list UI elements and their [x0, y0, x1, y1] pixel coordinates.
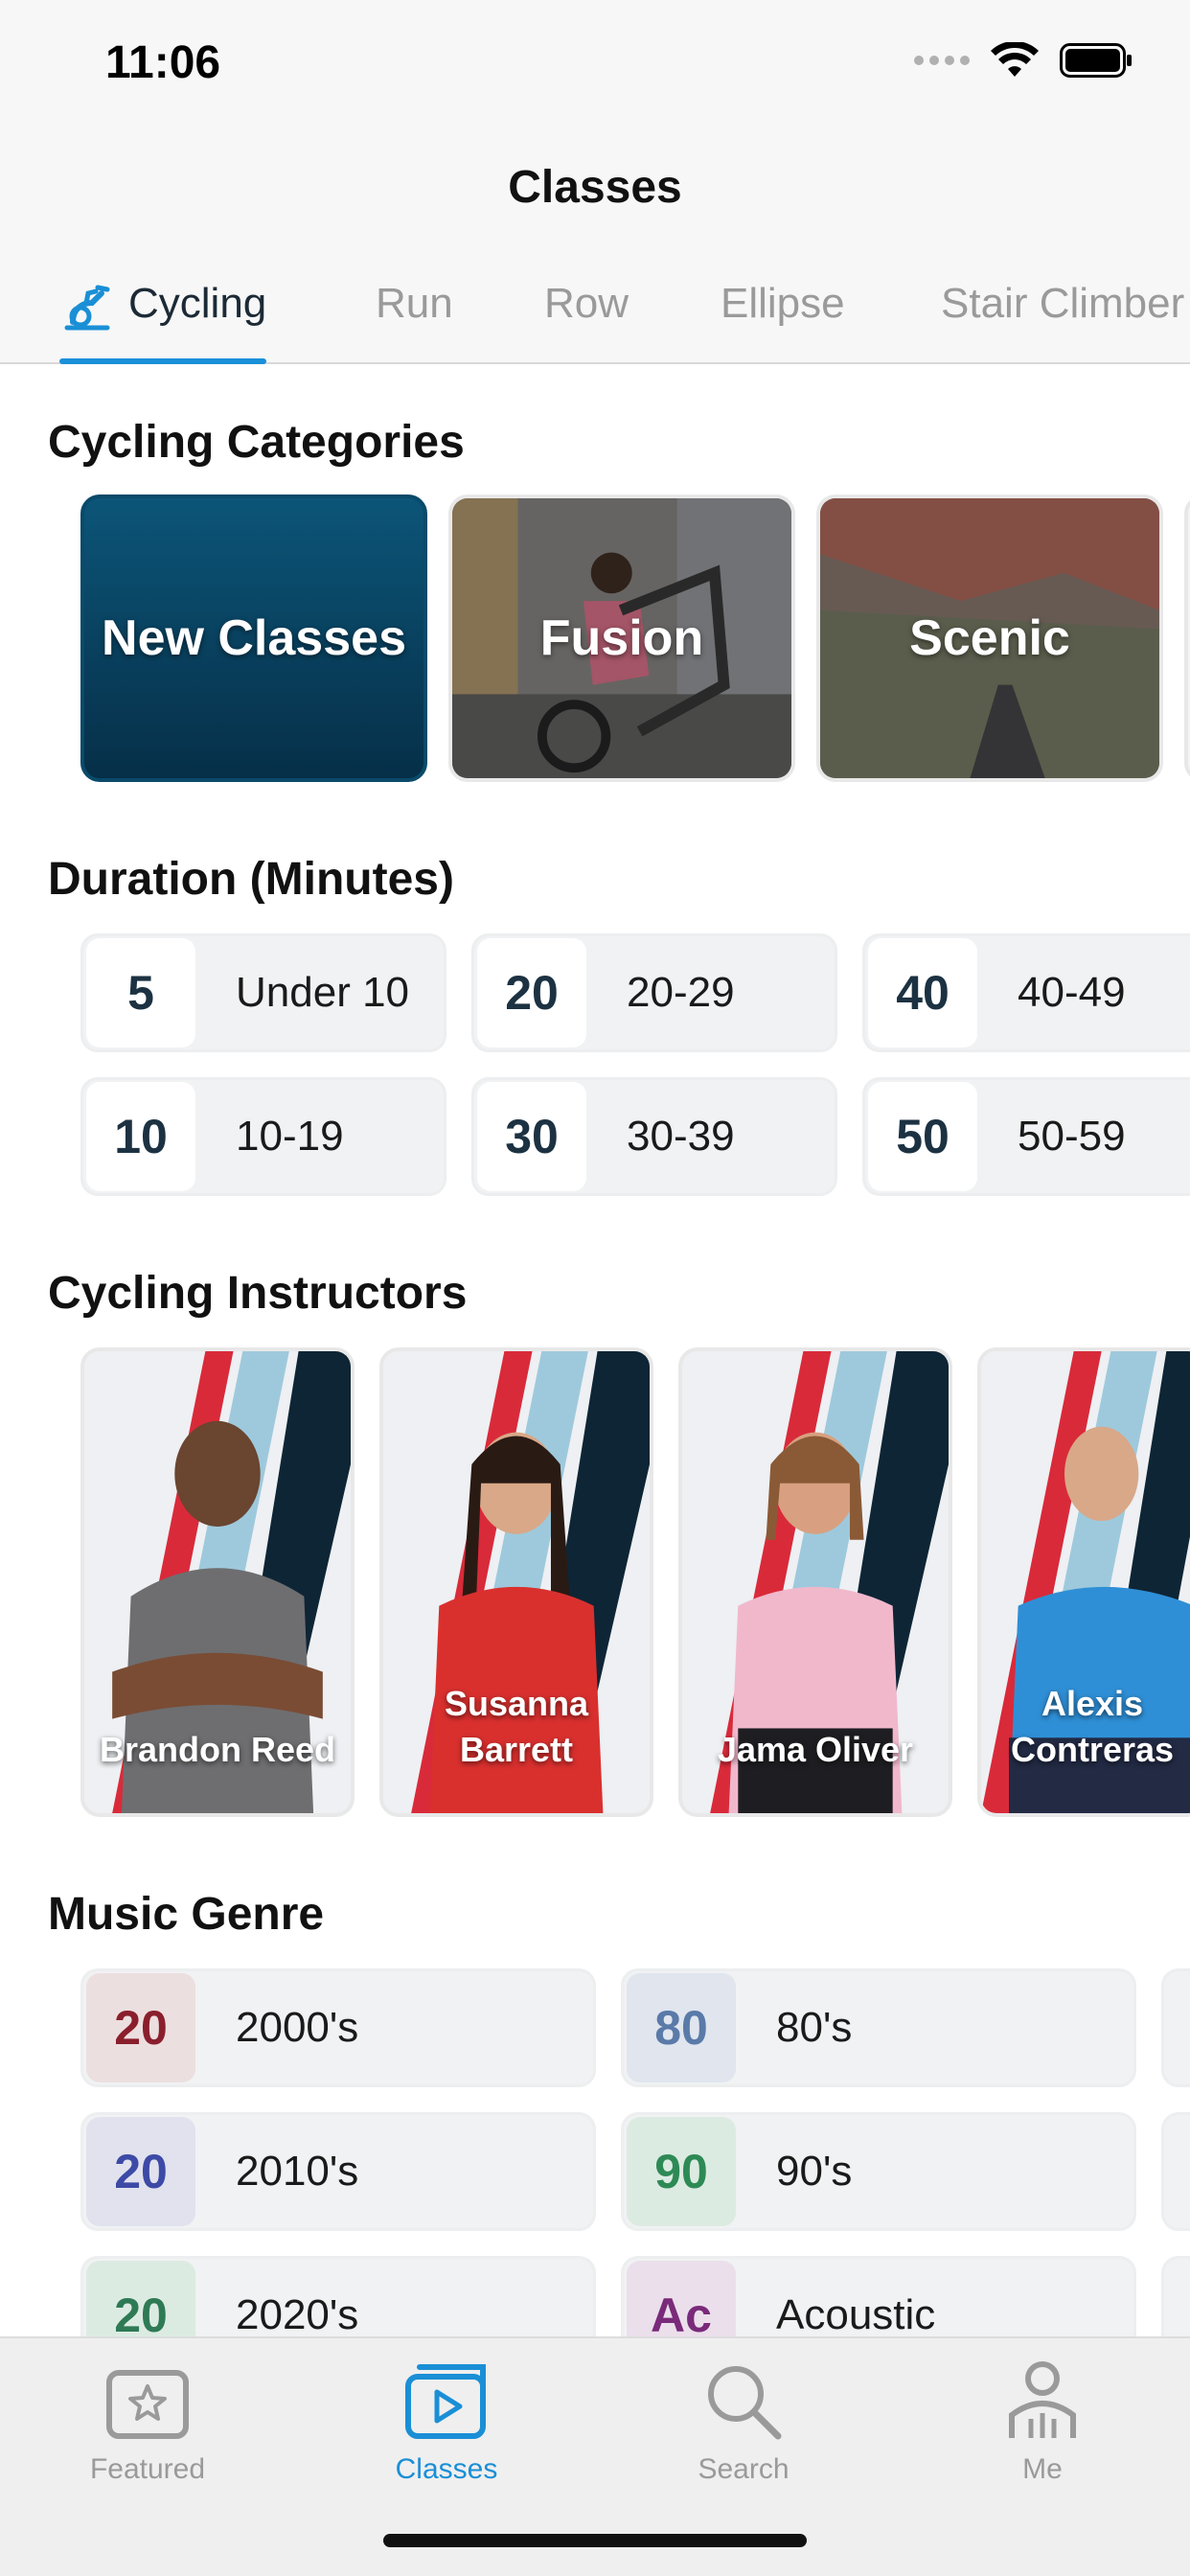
instructor-name: Brandon Reed — [99, 1730, 336, 1769]
duration-number: 20 — [477, 938, 586, 1047]
tab-strip: Cycling Run Row Ellipse Stair Climber — [0, 276, 1190, 364]
category-card-scenic[interactable]: Scenic — [816, 494, 1163, 782]
tab-label: Stair Climber — [941, 280, 1185, 327]
duration-label: 20-29 — [627, 969, 735, 1016]
category-card-partial[interactable] — [1184, 494, 1190, 782]
tabbar-classes[interactable]: Classes — [351, 2356, 542, 2486]
status-icons — [914, 42, 1133, 79]
home-indicator — [383, 2534, 807, 2547]
genre-pill[interactable]: 20 2010's — [80, 2112, 596, 2231]
duration-title: Duration (Minutes) — [48, 854, 454, 905]
instructor-card[interactable]: Susanna Barrett — [379, 1347, 653, 1817]
instructor-name: Jama Oliver — [717, 1730, 914, 1769]
duration-number: 50 — [868, 1082, 977, 1191]
duration-pill[interactable]: 30 30-39 — [471, 1077, 837, 1196]
battery-icon — [1060, 43, 1132, 78]
instructor-card[interactable]: Alexis Contreras — [977, 1347, 1190, 1817]
duration-pill[interactable]: 20 20-29 — [471, 933, 837, 1052]
instructor-name: Alexis Contreras — [1010, 1684, 1175, 1769]
genre-pill-partial[interactable] — [1161, 1968, 1190, 2087]
tabbar-label: Search — [698, 2453, 790, 2485]
duration-label: Under 10 — [236, 969, 410, 1016]
instructor-card[interactable]: Jama Oliver — [678, 1347, 952, 1817]
tab-ellipse[interactable]: Ellipse — [721, 276, 845, 364]
category-label: New Classes — [102, 610, 406, 666]
duration-pill[interactable]: 40 40-49 — [862, 933, 1190, 1052]
tab-label: Run — [376, 280, 453, 327]
duration-pill[interactable]: 50 50-59 — [862, 1077, 1190, 1196]
music-title: Music Genre — [48, 1889, 325, 1940]
genre-label: 90's — [776, 2148, 853, 2195]
genre-pill[interactable]: 80 80's — [621, 1968, 1136, 2087]
tabbar-me[interactable]: Me — [947, 2356, 1138, 2486]
genre-badge: 20 — [86, 2117, 195, 2226]
tab-run[interactable]: Run — [376, 276, 453, 364]
genre-label: Acoustic — [776, 2291, 936, 2338]
category-label: Fusion — [539, 610, 704, 666]
tab-label: Ellipse — [721, 280, 845, 327]
search-icon — [708, 2366, 782, 2440]
genre-badge: 80 — [627, 1973, 736, 2082]
bike-icon — [64, 285, 110, 331]
duration-number: 5 — [86, 938, 195, 1047]
duration-pill[interactable]: 5 Under 10 — [80, 933, 446, 1052]
status-time: 11:06 — [105, 37, 221, 88]
tabbar-search[interactable]: Search — [648, 2356, 839, 2486]
genre-label: 2020's — [236, 2291, 359, 2338]
genre-label: 80's — [776, 2004, 853, 2051]
category-card-fusion[interactable]: Fusion — [448, 494, 795, 782]
genre-label: 2010's — [236, 2148, 359, 2195]
category-card-new-classes[interactable]: New Classes — [80, 494, 427, 782]
tab-row[interactable]: Row — [544, 276, 629, 364]
nav-header: Classes Cycling Run Row Ellipse Stair Cl… — [0, 134, 1190, 364]
tab-label: Row — [544, 280, 629, 327]
person-icon — [1009, 2361, 1076, 2438]
page-title: Classes — [508, 162, 682, 213]
star-icon — [106, 2370, 189, 2439]
duration-label: 10-19 — [236, 1113, 344, 1160]
instructors-title: Cycling Instructors — [48, 1268, 468, 1319]
genre-pill[interactable]: 90 90's — [621, 2112, 1136, 2231]
duration-label: 40-49 — [1018, 969, 1126, 1016]
genre-pill-partial[interactable] — [1161, 2112, 1190, 2231]
categories-title: Cycling Categories — [48, 417, 465, 468]
play-icon — [405, 2364, 486, 2439]
tabbar-label: Classes — [395, 2453, 498, 2485]
duration-label: 50-59 — [1018, 1113, 1126, 1160]
tabbar-label: Me — [1022, 2453, 1063, 2485]
tabbar-label: Featured — [89, 2453, 206, 2485]
tabbar-featured[interactable]: Featured — [52, 2356, 243, 2486]
duration-pill[interactable]: 10 10-19 — [80, 1077, 446, 1196]
genre-pill[interactable]: 20 2000's — [80, 1968, 596, 2087]
category-label: Scenic — [909, 610, 1070, 666]
wifi-icon — [991, 42, 1039, 77]
status-bar: 11:06 — [0, 0, 1190, 134]
genre-label: 2000's — [236, 2004, 359, 2051]
tab-label: Cycling — [128, 280, 267, 327]
genre-badge: 90 — [627, 2117, 736, 2226]
duration-number: 40 — [868, 938, 977, 1047]
signal-icon — [914, 56, 970, 65]
genre-badge: 20 — [86, 1973, 195, 2082]
instructor-name: Susanna Barrett — [444, 1684, 589, 1769]
duration-number: 10 — [86, 1082, 195, 1191]
duration-label: 30-39 — [627, 1113, 735, 1160]
instructor-card[interactable]: Brandon Reed — [80, 1347, 355, 1817]
tab-stair-climber[interactable]: Stair Climber — [941, 276, 1184, 364]
tab-cycling[interactable]: Cycling — [59, 276, 267, 364]
duration-number: 30 — [477, 1082, 586, 1191]
